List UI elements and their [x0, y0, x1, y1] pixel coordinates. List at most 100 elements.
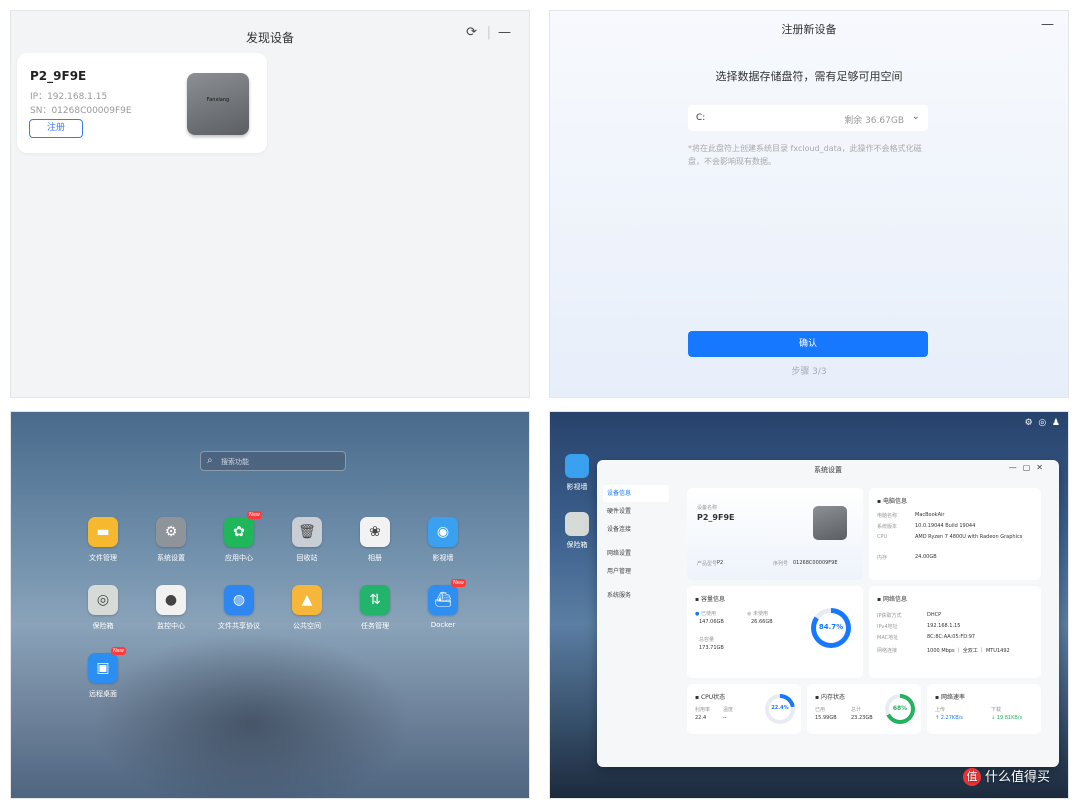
- app-icon-11[interactable]: ⛴ New Docker: [408, 579, 478, 629]
- confirm-button[interactable]: 确认: [688, 331, 928, 357]
- storage-card: ▪ 容量信息 ● 已使用 147.06GB ● 未使用 26.66GB 总容量 …: [687, 586, 863, 678]
- window-title: 系统设置: [814, 466, 842, 474]
- nav-item-users[interactable]: 用户管理: [603, 563, 669, 580]
- row-key: 网络连接: [877, 648, 898, 654]
- app-glyph: ◉: [436, 524, 450, 540]
- app-glyph: ⇅: [369, 592, 381, 608]
- app-label: 相册: [368, 554, 382, 562]
- app-icon-1[interactable]: ⚙ 系统设置: [136, 517, 206, 563]
- cpu-util-value: 22.4: [695, 715, 707, 721]
- register-panel: 注册新设备 — 选择数据存储盘符，需有足够可用空间 C: 剩余 36.67GB …: [549, 10, 1069, 398]
- app-glyph: ◎: [96, 592, 110, 608]
- network-title: ▪ 网络信息: [877, 594, 907, 603]
- model-value: P2: [717, 560, 724, 566]
- row-key: 内存: [877, 555, 888, 561]
- computer-title: ▪ 电脑信息: [877, 496, 907, 505]
- app-glyph: ✿: [233, 524, 245, 540]
- upload-label: 上传: [935, 707, 946, 713]
- app-label: 影视墙: [432, 554, 454, 562]
- app-glyph: ❀: [369, 524, 381, 540]
- app-label: 文件管理: [89, 554, 117, 562]
- memory-percent: 68%: [892, 705, 908, 712]
- search-placeholder: 搜索功能: [221, 458, 249, 466]
- minimize-icon[interactable]: —: [498, 25, 511, 40]
- mem-total-value: 23.23GB: [851, 715, 873, 721]
- app-icon-2[interactable]: ✿ New 应用中心: [204, 511, 274, 563]
- app-glyph: ◍: [232, 592, 246, 608]
- app-icon-0[interactable]: ▬ 文件管理: [68, 517, 138, 563]
- upload-value: ↑ 2.27KB/s: [935, 715, 963, 721]
- app-glyph: ⛴: [434, 592, 452, 608]
- search-input[interactable]: ⌕ 搜索功能: [200, 451, 346, 471]
- cpu-card: ▪ CPU状态 利用率 22.4 温度 -- 22.4%: [687, 684, 801, 734]
- app-icon-12[interactable]: ▣ New 远程桌面: [68, 647, 138, 699]
- nav-item-network[interactable]: 网络设置: [603, 545, 669, 562]
- app-icon-6[interactable]: ◎ 保险箱: [68, 585, 138, 631]
- app-label: 应用中心: [225, 554, 253, 562]
- cpu-title: ▪ CPU状态: [695, 692, 725, 701]
- app-glyph-icon: ✿ New: [224, 511, 262, 547]
- app-icon-8[interactable]: ◍ 文件共享协议: [204, 585, 274, 631]
- app-icon-10[interactable]: ⇅ 任务管理: [340, 585, 410, 631]
- app-icon-7[interactable]: ● 监控中心: [136, 585, 206, 631]
- mem-used-label: 已用: [815, 707, 826, 713]
- computer-info-card: ▪ 电脑信息 电脑名称 MacBookAir 系统版本 10.0.19044 B…: [869, 488, 1041, 580]
- refresh-icon[interactable]: ⟳: [466, 25, 477, 40]
- app-glyph: ▣: [96, 660, 110, 676]
- app-icon-4[interactable]: ❀ 相册: [340, 517, 410, 563]
- register-button[interactable]: 注册: [29, 119, 83, 138]
- memory-card: ▪ 内存状态 已用 15.99GB 总计 23.23GB 68%: [807, 684, 921, 734]
- nav-item-hardware[interactable]: 硬件设置: [603, 503, 669, 520]
- desktop-icon-video-wall[interactable]: 影视墙: [560, 454, 594, 492]
- step-indicator: 步骤 3/3: [791, 367, 827, 377]
- app-icon-9[interactable]: ▲ 公共空间: [272, 585, 342, 631]
- app-glyph-icon: ⚙: [156, 517, 186, 547]
- total-value: 173.71GB: [699, 645, 724, 651]
- used-label: ● 已使用: [695, 610, 716, 617]
- app-glyph: 🗑: [298, 524, 316, 540]
- drive-remaining: 剩余 36.67GB: [844, 116, 904, 126]
- drive-select[interactable]: C: 剩余 36.67GB ⌄: [688, 105, 928, 131]
- app-glyph: ●: [164, 592, 178, 608]
- window-controls[interactable]: —▢✕: [1009, 463, 1049, 472]
- settings-panel: ⚙ ◎ ♟ 影视墙 保险箱 系统设置 —▢✕ 设备信息 硬件设置 设备连接 网络…: [549, 411, 1069, 799]
- app-glyph: ▬: [96, 524, 110, 540]
- video-wall-icon: [565, 454, 589, 478]
- used-label-text: 已使用: [700, 611, 716, 617]
- download-label: 下载: [991, 707, 1002, 713]
- app-glyph-icon: ◍: [224, 585, 254, 615]
- cpu-temp-label: 温度: [723, 707, 734, 713]
- row-value: 24.00GB: [915, 554, 937, 560]
- desktop-icon-safe[interactable]: 保险箱: [560, 512, 594, 550]
- watermark-text: 什么值得买: [984, 769, 1050, 785]
- row-value: AMD Ryzen 7 4800U with Radeon Graphics: [915, 534, 1023, 540]
- row-key: IP获取方式: [877, 613, 902, 619]
- app-label: 任务管理: [361, 622, 389, 630]
- storage-percent: 84.7%: [818, 623, 844, 631]
- toolbar-divider: |: [486, 25, 491, 40]
- nav-item-connection[interactable]: 设备连接: [603, 521, 669, 538]
- tray-icons[interactable]: ⚙ ◎ ♟: [1025, 418, 1060, 428]
- settings-nav: 设备信息 硬件设置 设备连接 网络设置 用户管理 系统服务: [603, 485, 669, 605]
- storage-title-text: 容量信息: [700, 596, 725, 603]
- device-brand: Fanxiang: [206, 97, 230, 103]
- register-note: *将在此盘符上创建系统目录 fxcloud_data，此操作不会格式化磁盘，不会…: [688, 144, 922, 166]
- watermark: 值什么值得买: [962, 766, 1050, 786]
- watermark-logo-icon: 值: [962, 768, 981, 786]
- row-value: 1000 Mbps ｜ 全双工 ｜ MTU1492: [927, 648, 1010, 654]
- app-glyph-icon: ◉: [428, 517, 458, 547]
- background-fog: [91, 632, 411, 798]
- app-icon-5[interactable]: ◉ 影视墙: [408, 517, 478, 563]
- nav-item-services[interactable]: 系统服务: [603, 587, 669, 604]
- app-glyph-icon: ▲: [292, 585, 322, 615]
- download-value: ↓ 19.81KB/s: [991, 715, 1023, 721]
- nav-item-device-info[interactable]: 设备信息: [603, 485, 669, 502]
- app-icon-3[interactable]: 🗑 回收站: [272, 517, 342, 563]
- minimize-icon[interactable]: —: [1041, 17, 1054, 32]
- drive-value: C:: [696, 113, 706, 123]
- device-ip: IP：192.168.1.15: [30, 92, 108, 102]
- free-label: ● 未使用: [747, 610, 768, 617]
- device-card[interactable]: P2_9F9E IP：192.168.1.15 SN：01268C00009F9…: [17, 53, 267, 153]
- device-name: P2_9F9E: [30, 69, 87, 83]
- free-label-text: 未使用: [752, 611, 768, 617]
